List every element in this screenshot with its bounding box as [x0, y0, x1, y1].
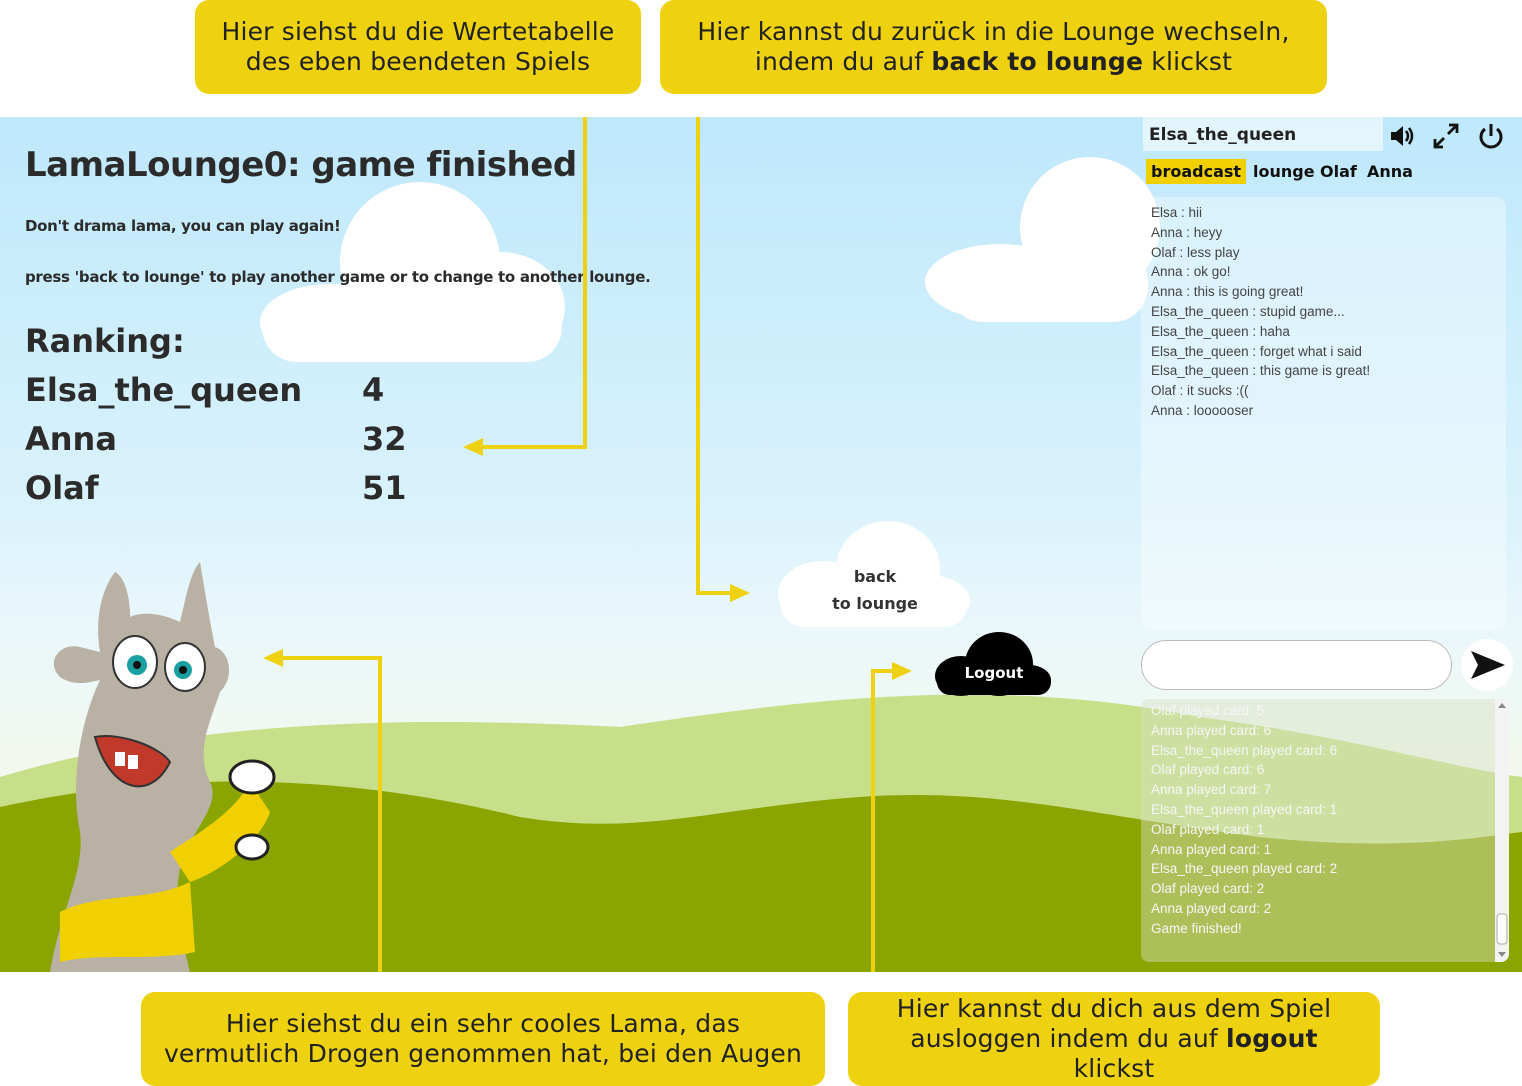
tab-broadcast[interactable]: broadcast — [1146, 159, 1247, 184]
ranking-score: 51 — [362, 469, 407, 507]
username-label: Elsa_the_queen — [1143, 117, 1383, 151]
chat-input[interactable] — [1141, 640, 1452, 690]
log-entry: Olaf played card: 5 — [1151, 703, 1265, 718]
ranking-title: Ranking: — [25, 322, 185, 360]
cloud-icon — [935, 632, 1051, 696]
log-entry: Olaf played card: 2 — [1151, 881, 1265, 897]
chat-message: Anna : this is going great! — [1151, 284, 1304, 300]
back-to-lounge-button[interactable]: back to lounge — [778, 519, 972, 629]
fullscreen-icon[interactable] — [1431, 121, 1461, 151]
chat-message: Elsa_the_queen : forget what i said — [1151, 343, 1362, 359]
log-entry: Elsa_the_queen played card: 1 — [1151, 801, 1338, 817]
power-icon[interactable] — [1476, 121, 1506, 151]
back-button-label: back — [853, 567, 897, 586]
log-entry: Elsa_the_queen played card: 6 — [1151, 742, 1338, 758]
scrollbar-arrows-icon — [1496, 703, 1508, 957]
ranking-name: Anna — [25, 420, 117, 458]
speaker-icon[interactable] — [1387, 121, 1417, 151]
callout-ranking-hint: Hier siehst du die Wertetabelle des eben … — [195, 0, 641, 94]
chat-message: Elsa_the_queen : stupid game... — [1151, 303, 1345, 319]
log-entry: Olaf played card: 1 — [1151, 821, 1265, 837]
back-button-label: to lounge — [832, 594, 918, 613]
ranking-name: Olaf — [25, 469, 99, 507]
log-entry: Anna played card: 1 — [1151, 841, 1272, 857]
send-button[interactable] — [1461, 639, 1513, 691]
chat-panel: Elsa_the_queen broadcast lounge Olaf Ann… — [1141, 117, 1522, 972]
game-message: Don't drama lama, you can play again! — [25, 217, 341, 235]
ranking-score: 4 — [362, 371, 385, 409]
log-entry: Anna played card: 2 — [1151, 900, 1272, 916]
ranking-score: 32 — [362, 420, 407, 458]
log-entry: Game finished! — [1151, 920, 1242, 936]
log-entry: Elsa_the_queen played card: 2 — [1151, 861, 1338, 877]
tab-anna[interactable]: Anna — [1362, 159, 1418, 184]
send-icon — [1471, 651, 1505, 679]
game-scene: LamaLounge0: game finished Don't drama l… — [0, 117, 1522, 972]
chat-message: Anna : loooooser — [1151, 402, 1254, 418]
ranking-name: Elsa_the_queen — [25, 371, 303, 409]
chat-message: Olaf : it sucks :(( — [1151, 383, 1249, 399]
tab-olaf[interactable]: Olaf — [1315, 159, 1362, 184]
log-entry: Anna played card: 6 — [1151, 722, 1272, 738]
logout-label: Logout — [964, 664, 1024, 682]
page-title: LamaLounge0: game finished — [25, 145, 577, 185]
callout-back-hint: Hier kannst du zurück in die Lounge wech… — [660, 0, 1327, 94]
chat-messages: Elsa : hii Anna : heyy Olaf : less play … — [1141, 197, 1506, 629]
chat-message: Elsa_the_queen : this game is great! — [1151, 363, 1371, 379]
chat-message: Elsa_the_queen : haha — [1151, 323, 1290, 339]
log-scrollbar[interactable] — [1495, 699, 1509, 962]
chat-message: Olaf : less play — [1151, 244, 1240, 260]
logout-button[interactable]: Logout — [935, 630, 1053, 696]
callout-logout-hint: Hier kannst du dich aus dem Spiel auslog… — [848, 992, 1380, 1086]
log-entry: Anna played card: 7 — [1151, 782, 1272, 798]
log-entry: Olaf played card: 6 — [1151, 762, 1265, 778]
chat-message: Anna : heyy — [1151, 224, 1223, 240]
llama-image — [50, 562, 276, 972]
chat-message: Elsa : hii — [1151, 205, 1203, 220]
game-log: Olaf played card: 5 Anna played card: 6 … — [1141, 699, 1509, 962]
game-instruction: press 'back to lounge' to play another g… — [25, 268, 651, 286]
chat-message: Anna : ok go! — [1151, 264, 1231, 280]
tab-lounge[interactable]: lounge — [1248, 159, 1320, 184]
callout-llama-hint: Hier siehst du ein sehr cooles Lama, das… — [141, 992, 825, 1086]
